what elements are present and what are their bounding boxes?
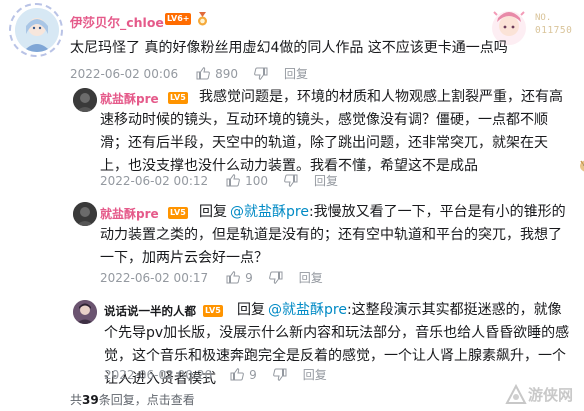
dislike-button[interactable]	[272, 368, 287, 381]
comment-date: 2022-06-02 00:12	[100, 173, 209, 188]
doge-emoji-icon	[480, 157, 584, 172]
reply-avatar[interactable]	[73, 202, 97, 226]
mention-link[interactable]: @就盐酥pre	[230, 204, 309, 220]
reply-content: :我慢放又看了一下，平台是有小的锥形的动力装置之类的，但是轨道是没有的；还有空中…	[100, 204, 566, 266]
thumbs-up-icon	[196, 67, 210, 80]
reply-button[interactable]: 回复	[284, 65, 308, 82]
thumbs-up-icon	[226, 174, 240, 187]
thumbs-down-icon	[254, 67, 268, 80]
mention-link[interactable]: @就盐酥pre	[268, 302, 347, 318]
reply-button[interactable]: 回复	[299, 269, 323, 286]
like-count: 890	[215, 66, 239, 81]
like-button[interactable]: 9	[226, 271, 253, 285]
main-commenter-username[interactable]: 伊莎贝尔_chloe	[70, 12, 164, 31]
reply-avatar[interactable]	[73, 88, 97, 112]
dislike-button[interactable]	[284, 174, 298, 187]
thumbs-up-icon	[226, 271, 240, 284]
dislike-button[interactable]	[268, 271, 283, 284]
watermark-icon	[505, 383, 527, 404]
thumbs-down-icon	[284, 174, 298, 187]
view-all-replies-link[interactable]: 点击查看	[147, 393, 195, 407]
main-comment-meta: 2022-06-02 00:06 890 回复	[70, 65, 308, 82]
reply-button[interactable]: 回复	[303, 366, 327, 383]
fan-medal-icon	[196, 11, 209, 26]
reply-avatar[interactable]	[73, 300, 97, 324]
reply-meta: 2022-06-02 00:20 9 回复	[104, 366, 327, 383]
comment-date: 2022-06-02 00:06	[70, 66, 179, 81]
reply-meta: 2022-06-02 00:17 9 回复	[100, 269, 323, 286]
like-button[interactable]: 9	[230, 368, 257, 382]
footer-prefix: 共	[70, 393, 83, 407]
reply-meta: 2022-06-02 00:12 100 回复	[100, 172, 338, 189]
like-count: 100	[245, 173, 269, 188]
dislike-button[interactable]	[254, 67, 268, 80]
reply-prefix: 回复	[199, 204, 227, 220]
reply-text: 回复 @就盐酥pre:我慢放又看了一下，平台是有小的锥形的动力装置之类的，但是轨道…	[100, 201, 574, 270]
reply-text: 我感觉问题是，环境的材质和人物观感上割裂严重，还有高速移动时候的镜头，互动环境的…	[100, 86, 584, 178]
footer-suffix: 条回复，	[98, 393, 147, 407]
comment-date: 2022-06-02 00:17	[100, 270, 209, 285]
like-button[interactable]: 890	[196, 67, 238, 81]
thumbs-up-icon	[230, 368, 244, 381]
like-button[interactable]: 100	[226, 174, 268, 188]
watermark-text: 游侠网	[528, 386, 574, 404]
badge-number: 011750	[535, 25, 573, 36]
watermark-logo: 游侠网	[504, 382, 580, 408]
comment-date: 2022-06-02 00:20	[104, 367, 213, 382]
badge-label: NO.	[535, 13, 552, 23]
reply-button[interactable]: 回复	[314, 172, 338, 189]
main-comment-text: 太尼玛怪了 真的好像粉丝用虚幻4做的同人作品 这不应该更卡通一点吗	[70, 40, 508, 56]
user-level-badge: LV6+	[165, 13, 192, 25]
like-count: 9	[245, 270, 253, 285]
more-replies-footer: 共39条回复，点击查看	[70, 391, 195, 408]
thumbs-down-icon	[272, 368, 287, 381]
like-count: 9	[249, 367, 257, 382]
reply-count: 39	[82, 393, 99, 407]
avatar-frame-decoration	[9, 3, 63, 57]
thumbs-down-icon	[268, 271, 283, 284]
reply-prefix: 回复	[237, 302, 265, 318]
